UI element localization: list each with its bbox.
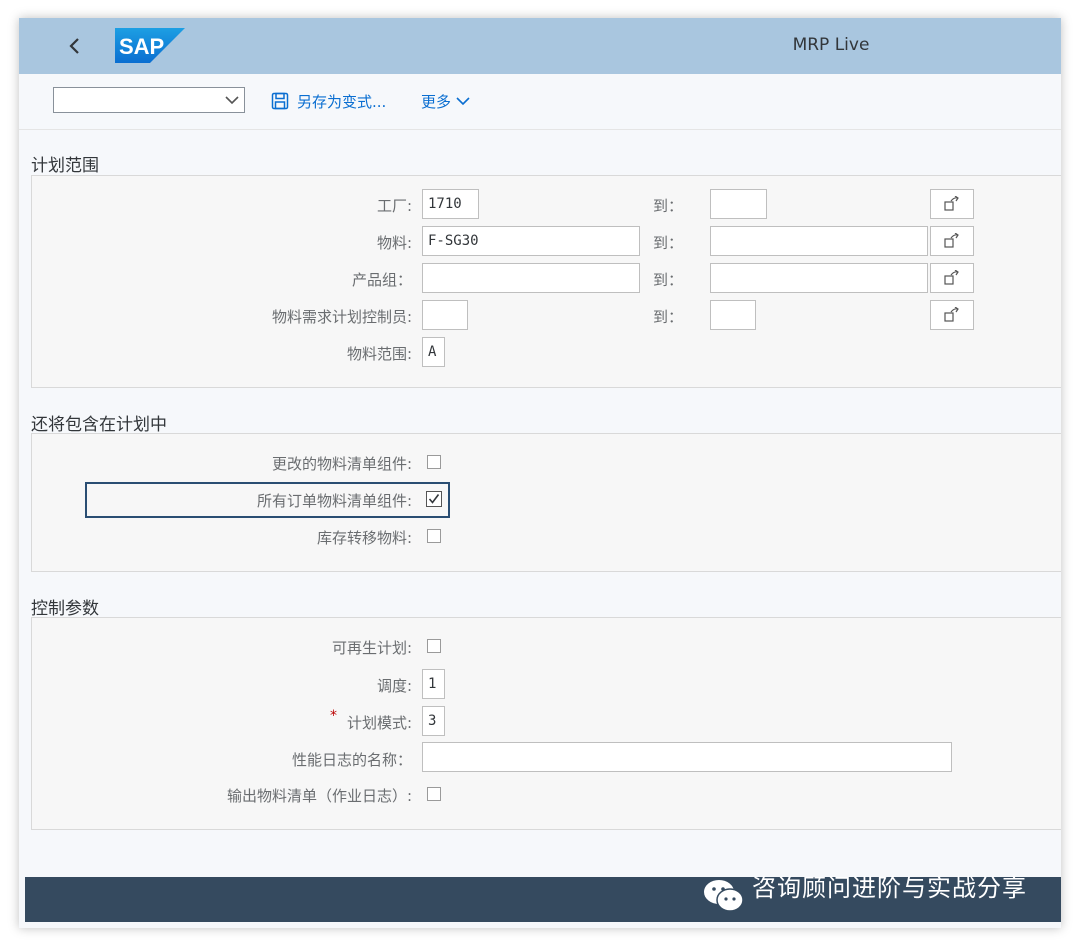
mrp-controller-from-input[interactable] xyxy=(422,300,468,330)
multiple-selection-icon xyxy=(944,307,959,322)
watermark-text: 咨询顾问进阶与实战分享 xyxy=(752,874,1027,902)
material-multiple-selection-button[interactable] xyxy=(930,226,974,256)
plant-from-input[interactable]: 1710 xyxy=(422,189,479,219)
svg-text:SAP: SAP xyxy=(119,34,164,59)
variant-select[interactable] xyxy=(53,87,245,113)
save-icon xyxy=(271,92,289,110)
multiple-selection-icon xyxy=(944,196,959,211)
product-group-multiple-selection-button[interactable] xyxy=(930,263,974,293)
multiple-selection-icon xyxy=(944,270,959,285)
product-group-from-input[interactable] xyxy=(422,263,640,293)
wechat-icon xyxy=(704,880,744,912)
multiple-selection-icon xyxy=(944,233,959,248)
stock-transfer-material-checkbox[interactable] xyxy=(427,529,441,543)
stock-transfer-material-label: 库存转移物料: xyxy=(316,529,412,547)
all-order-bom-components-label: 所有订单物料清单组件: xyxy=(256,492,412,510)
mrp-controller-to-input[interactable] xyxy=(710,300,756,330)
save-as-variant-label: 另存为变式... xyxy=(297,92,387,111)
scheduling-input[interactable]: 1 xyxy=(422,669,445,699)
planning-mode-label: 计划模式: xyxy=(346,714,412,732)
output-bom-label: 输出物料清单（作业日志）: xyxy=(226,787,412,805)
section-title-include: 还将包含在计划中 xyxy=(31,415,167,435)
sap-logo: SAP xyxy=(115,28,185,63)
plant-to-input[interactable] xyxy=(710,189,767,219)
all-order-bom-components-checkbox[interactable] xyxy=(426,491,442,507)
mrp-controller-to-label: 到： xyxy=(653,308,684,326)
regenerative-planning-label: 可再生计划: xyxy=(331,639,412,657)
output-bom-checkbox[interactable] xyxy=(427,787,441,801)
plant-label: 工厂: xyxy=(376,197,412,215)
material-label: 物料: xyxy=(376,234,412,252)
scheduling-label: 调度: xyxy=(376,677,412,695)
save-as-variant-button[interactable]: 另存为变式... xyxy=(271,90,386,112)
chevron-left-icon xyxy=(69,38,79,54)
product-group-to-label: 到： xyxy=(653,271,684,289)
product-group-label: 产品组： xyxy=(351,271,412,289)
mrp-controller-label: 物料需求计划控制员: xyxy=(271,308,412,326)
more-button[interactable]: 更多 xyxy=(421,90,471,112)
material-to-label: 到： xyxy=(653,234,684,252)
more-label: 更多 xyxy=(421,92,452,111)
section-title-control: 控制参数 xyxy=(31,599,99,619)
app-window: SAP MRP Live 另存为变式... 更多 计划范围 工厂: 1710 到… xyxy=(19,18,1061,928)
shell-bar: SAP MRP Live xyxy=(19,18,1061,74)
material-scope-label: 物料范围: xyxy=(346,345,412,363)
changed-bom-components-checkbox[interactable] xyxy=(427,455,441,469)
plant-to-label: 到： xyxy=(653,197,684,215)
material-from-input[interactable]: F-SG30 xyxy=(422,226,640,256)
section-title-scope: 计划范围 xyxy=(31,156,99,176)
material-scope-input[interactable]: A xyxy=(422,337,445,367)
planning-mode-input[interactable]: 3 xyxy=(422,706,445,736)
product-group-to-input[interactable] xyxy=(710,263,928,293)
chevron-down-icon xyxy=(456,97,470,106)
material-to-input[interactable] xyxy=(710,226,928,256)
performance-log-name-input[interactable] xyxy=(422,742,952,772)
regenerative-planning-checkbox[interactable] xyxy=(427,639,441,653)
back-button[interactable] xyxy=(61,32,89,60)
checkmark-icon xyxy=(428,494,440,504)
mrp-controller-multiple-selection-button[interactable] xyxy=(930,300,974,330)
toolbar: 另存为变式... 更多 xyxy=(19,74,1061,130)
changed-bom-components-label: 更改的物料清单组件: xyxy=(271,455,412,473)
performance-log-name-label: 性能日志的名称： xyxy=(291,751,412,769)
app-title: MRP Live xyxy=(792,35,870,55)
plant-multiple-selection-button[interactable] xyxy=(930,189,974,219)
chevron-down-icon xyxy=(225,96,239,105)
